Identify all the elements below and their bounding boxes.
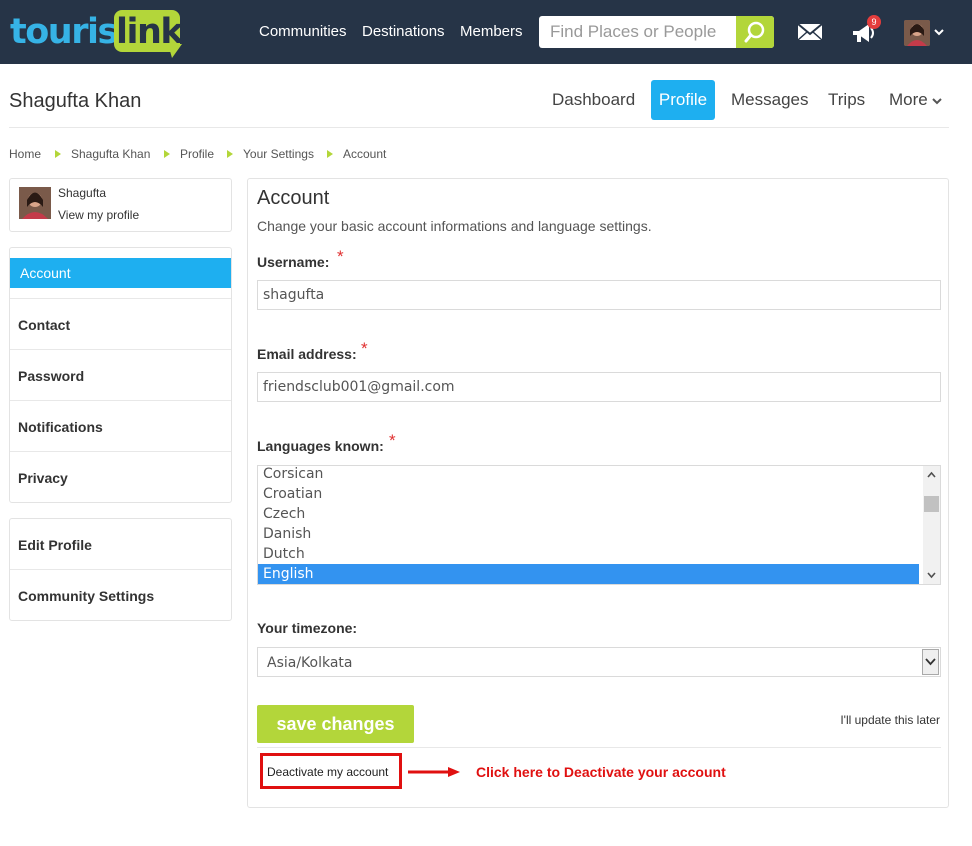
select-arrow[interactable] — [922, 649, 939, 675]
view-profile-link[interactable]: View my profile — [58, 208, 139, 222]
email-field[interactable] — [257, 372, 941, 402]
chevron-down-icon[interactable] — [934, 28, 944, 36]
nav-communities[interactable]: Communities — [259, 22, 347, 42]
sidebar-item-privacy[interactable]: Privacy — [10, 452, 231, 503]
username-label: Username: — [257, 254, 330, 270]
chevron-down-icon — [925, 658, 936, 666]
avatar-image — [904, 20, 930, 46]
breadcrumb-chevron-icon — [227, 150, 233, 158]
header-divider — [9, 127, 949, 128]
tab-dashboard[interactable]: Dashboard — [552, 80, 635, 120]
scrollbar-thumb[interactable] — [924, 496, 939, 512]
mail-icon[interactable] — [797, 22, 823, 42]
top-navbar: tourist link Communities Destinations Me… — [0, 0, 972, 64]
languages-listbox[interactable]: Corsican Croatian Czech Danish Dutch Eng… — [257, 465, 941, 585]
tab-more-label: More — [889, 90, 928, 109]
nav-members[interactable]: Members — [460, 22, 523, 42]
annotation-text: Click here to Deactivate your account — [476, 764, 726, 780]
page-title: Account — [257, 187, 330, 209]
deactivate-highlight-box: Deactivate my account — [260, 753, 402, 789]
timezone-select[interactable]: Asia/Kolkata — [257, 647, 941, 677]
tab-trips[interactable]: Trips — [828, 80, 865, 120]
language-option[interactable]: Croatian — [258, 484, 919, 504]
required-marker: * — [337, 247, 344, 266]
page-subtitle: Change your basic account informations a… — [257, 218, 652, 234]
annotation-arrow-icon — [408, 767, 460, 777]
language-option[interactable]: Czech — [258, 504, 919, 524]
username-field[interactable] — [257, 280, 941, 310]
search-button[interactable] — [736, 16, 774, 48]
language-option[interactable]: Danish — [258, 524, 919, 544]
sidebar-item-edit-profile[interactable]: Edit Profile — [10, 519, 231, 570]
required-marker: * — [361, 339, 368, 358]
required-marker: * — [389, 431, 396, 450]
user-avatar-menu[interactable] — [904, 20, 930, 46]
avatar-image — [19, 187, 51, 219]
sidebar-item-contact[interactable]: Contact — [10, 299, 231, 350]
sidebar-item-label: Privacy — [18, 470, 68, 486]
breadcrumb-chevron-icon — [55, 150, 61, 158]
save-changes-button[interactable]: save changes — [257, 705, 414, 743]
sidebar-item-label: Account — [20, 265, 71, 281]
breadcrumb-profile[interactable]: Profile — [180, 146, 214, 162]
email-label: Email address: — [257, 346, 357, 362]
tab-more[interactable]: More — [889, 80, 943, 120]
breadcrumb-chevron-icon — [164, 150, 170, 158]
search-icon — [744, 21, 765, 43]
settings-menu: Account Contact Password Notifications P… — [9, 247, 232, 503]
avatar[interactable] — [19, 187, 51, 219]
search-box — [539, 16, 774, 48]
tab-profile[interactable]: Profile — [651, 80, 715, 120]
language-option-selected[interactable]: English — [258, 564, 919, 584]
user-first-name: Shagufta — [58, 186, 107, 200]
search-input[interactable] — [539, 16, 736, 48]
sidebar-item-account[interactable]: Account — [10, 248, 231, 299]
sidebar-item-label: Community Settings — [18, 588, 155, 604]
breadcrumb-account: Account — [343, 147, 387, 161]
breadcrumb-user[interactable]: Shagufta Khan — [71, 146, 150, 162]
chevron-down-icon — [932, 97, 943, 104]
timezone-label: Your timezone: — [257, 620, 358, 636]
update-later-link[interactable]: I'll update this later — [840, 712, 940, 728]
breadcrumb-chevron-icon — [327, 150, 333, 158]
deactivate-account-link[interactable]: Deactivate my account — [267, 764, 388, 780]
notification-badge: 9 — [867, 15, 881, 29]
sidebar-item-notifications[interactable]: Notifications — [10, 401, 231, 452]
form-divider — [257, 747, 941, 748]
profile-name: Shagufta Khan — [9, 90, 142, 112]
logo-text-link: link — [116, 12, 184, 52]
timezone-value: Asia/Kolkata — [267, 655, 353, 671]
sidebar-item-label: Contact — [18, 317, 71, 333]
breadcrumb-settings[interactable]: Your Settings — [243, 146, 314, 162]
chevron-up-icon[interactable] — [926, 471, 937, 479]
languages-scrollbar[interactable] — [923, 466, 940, 584]
language-option[interactable]: Dutch — [258, 544, 919, 564]
breadcrumb-home[interactable]: Home — [9, 146, 41, 162]
languages-label: Languages known: — [257, 438, 384, 454]
sidebar-item-label: Edit Profile — [18, 537, 92, 553]
account-settings-panel: Account Change your basic account inform… — [247, 178, 949, 808]
profile-menu: Edit Profile Community Settings — [9, 518, 232, 621]
sidebar-item-community-settings[interactable]: Community Settings — [10, 570, 231, 621]
sidebar-item-label: Notifications — [18, 419, 103, 435]
tab-messages[interactable]: Messages — [731, 80, 808, 120]
user-card: Shagufta View my profile — [9, 178, 232, 232]
sidebar-item-label: Password — [18, 368, 85, 384]
nav-destinations[interactable]: Destinations — [362, 22, 445, 42]
language-option[interactable]: Corsican — [258, 466, 919, 484]
sidebar-item-password[interactable]: Password — [10, 350, 231, 401]
chevron-down-icon[interactable] — [926, 571, 937, 579]
